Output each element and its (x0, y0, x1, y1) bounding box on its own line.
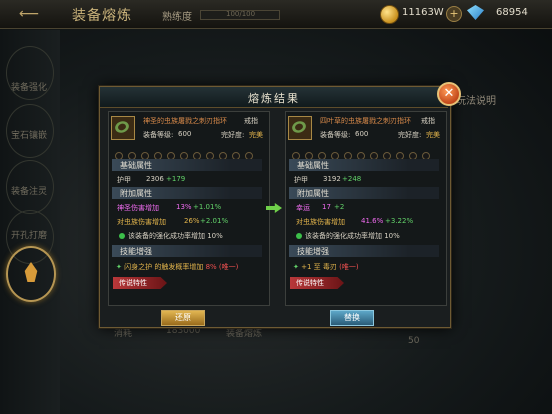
skill-bullet-icon: ✦ (293, 263, 302, 271)
level-label: 装备等级: (320, 131, 351, 139)
add-gold-button[interactable]: + (446, 6, 462, 22)
attr1-bonus: +1.01% (193, 203, 222, 211)
gold-coin-icon (380, 5, 399, 24)
armor-bonus: +179 (166, 175, 186, 183)
sidebar-label: 装备强化 (10, 83, 47, 93)
armor-bonus: +248 (342, 175, 362, 183)
armor-label: 护甲 (117, 176, 131, 184)
condition-label: 完好度: (221, 131, 245, 139)
base-attr-header: 基础属性 (289, 159, 439, 171)
attr1-label: 幸运 (296, 204, 310, 212)
flame-icon (24, 262, 38, 282)
attr2-label: 对虫族伤害增加 (296, 218, 345, 226)
socket-row (115, 145, 258, 160)
ring-icon (113, 119, 131, 135)
rules-tab[interactable]: 玩法说明 (456, 92, 496, 107)
armor-label: 护甲 (294, 176, 308, 184)
condition-label: 完好度: (398, 131, 422, 139)
extra-attr-header: 附加属性 (112, 187, 262, 199)
gold-value: 11163W (402, 7, 444, 18)
ring-item-icon[interactable] (288, 116, 312, 140)
proficiency-bar-text: 100/100 (226, 10, 256, 18)
level-label: 装备等级: (143, 131, 174, 139)
item-name: 神圣的虫族屠戮之刺刃指环 (143, 117, 227, 125)
legend-tag: 传说特性 (113, 277, 167, 289)
armor-value: 2306 (146, 175, 164, 183)
attr1-label: 神圣伤害增加 (117, 204, 159, 212)
condition-value: 完美 (249, 131, 263, 139)
level-value: 600 (355, 130, 369, 138)
sidebar-label: 开孔打磨 (10, 231, 47, 241)
ring-item-icon[interactable] (111, 116, 135, 140)
restore-button[interactable]: 还原 (161, 310, 205, 326)
attr2-bonus: +3.22% (385, 217, 414, 225)
attr2-bonus: +2.01% (200, 217, 229, 225)
sidebar-item-smelt[interactable] (6, 246, 56, 302)
skill-line: ✦ +1 至 毒刃 (唯一) (293, 263, 359, 271)
page-title: 装备熔炼 (72, 8, 132, 24)
check-icon (296, 233, 302, 239)
replace-button[interactable]: 替换 (330, 310, 374, 326)
enhance-note: 该装备的强化成功率增加 10% (296, 231, 400, 241)
attr2-label: 对虫族伤害增加 (117, 218, 166, 226)
attr2-value: 41.6% (361, 217, 384, 225)
attr1-value: 17 (322, 203, 331, 211)
armor-value: 3192 (323, 175, 341, 183)
enhance-note: 该装备的强化成功率增加 10% (119, 231, 223, 241)
skill-header: 技能增强 (112, 245, 262, 257)
item-type: 戒指 (244, 117, 258, 125)
skill-line: ✦ 闪身之护 的触发概率增加 8% (唯一) (116, 263, 239, 271)
item-name: 四叶草的虫族屠戮之刺刃指环 (320, 117, 411, 125)
attr1-value: 13% (176, 203, 192, 211)
close-button[interactable]: ✕ (437, 82, 461, 106)
count-value: 50 (408, 336, 420, 346)
extra-attr-header: 附加属性 (289, 187, 439, 199)
item-type: 戒指 (421, 117, 435, 125)
legend-tag: 传说特性 (290, 277, 344, 289)
skill-header: 技能增强 (289, 245, 439, 257)
check-icon (119, 233, 125, 239)
diamond-value: 68954 (496, 7, 528, 18)
sidebar-label: 装备注灵 (10, 187, 47, 197)
attr2-value: 26% (184, 217, 200, 225)
level-value: 600 (178, 130, 192, 138)
socket-row (292, 145, 435, 160)
base-attr-header: 基础属性 (112, 159, 262, 171)
sidebar-label: 宝石镶嵌 (10, 131, 47, 141)
skill-bullet-icon: ✦ (116, 263, 125, 271)
dialog-title: 熔炼结果 (248, 92, 300, 105)
ring-icon (290, 119, 308, 135)
proficiency-label: 熟练度 (162, 12, 192, 23)
back-button[interactable]: ⟵ (4, 4, 54, 24)
condition-value: 完美 (426, 131, 440, 139)
attr1-bonus: +2 (334, 203, 345, 211)
